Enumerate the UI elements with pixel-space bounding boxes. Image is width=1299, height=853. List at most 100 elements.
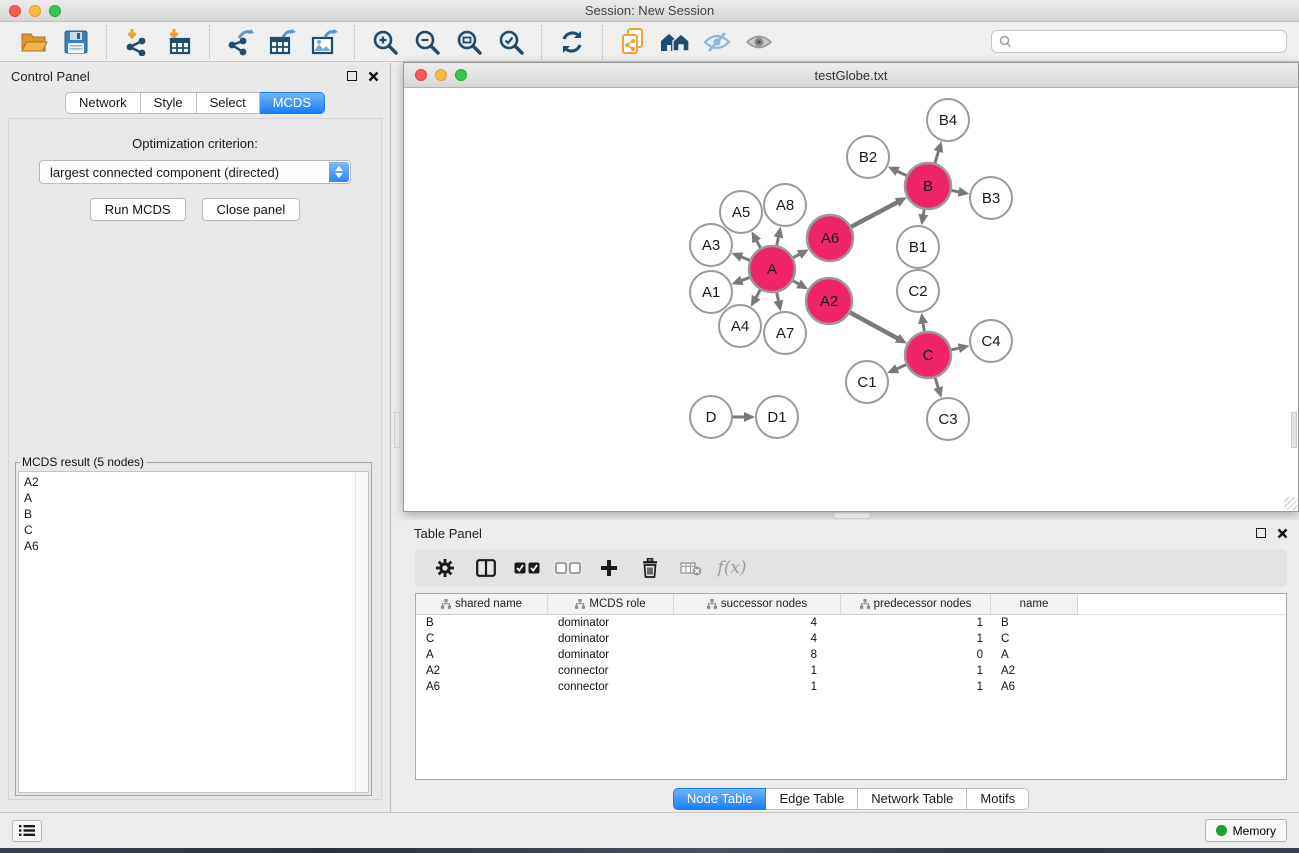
graph-edge[interactable]	[951, 348, 960, 350]
network-graph[interactable]: B4B2BB3A8A5A6A3B1AC2A1A2A4A7C4CC1DD1C3	[404, 88, 1298, 511]
zoom-selected-button[interactable]	[492, 26, 530, 58]
tab-motifs[interactable]: Motifs	[967, 788, 1029, 810]
table-row[interactable]: Adominator80A	[416, 647, 1286, 663]
graph-edge[interactable]	[923, 322, 925, 332]
close-window-button[interactable]	[9, 5, 21, 17]
column-header-name[interactable]: name	[991, 594, 1078, 615]
graph-edge[interactable]	[755, 290, 760, 299]
graph-edge[interactable]	[895, 365, 906, 370]
mcds-result-item[interactable]: A6	[24, 538, 363, 554]
mcds-result-item[interactable]: C	[24, 522, 363, 538]
column-header-predecessor-nodes[interactable]: predecessor nodes	[841, 594, 991, 615]
table-cell[interactable]: 1	[841, 679, 991, 695]
search-input[interactable]	[1017, 35, 1279, 49]
table-row[interactable]: Cdominator41C	[416, 631, 1286, 647]
zoom-in-button[interactable]	[366, 26, 404, 58]
graph-edge[interactable]	[777, 235, 779, 245]
maximize-window-button[interactable]	[49, 5, 61, 17]
memory-button[interactable]: Memory	[1205, 819, 1287, 842]
export-network-button[interactable]	[221, 26, 259, 58]
table-cell[interactable]: 1	[841, 615, 991, 631]
graph-edge[interactable]	[756, 239, 761, 248]
graph-edge[interactable]	[740, 256, 750, 260]
graph-edge[interactable]	[923, 210, 924, 217]
table-cell[interactable]: dominator	[548, 631, 674, 647]
minimize-window-button[interactable]	[29, 5, 41, 17]
graph-edge[interactable]	[935, 378, 939, 390]
tab-node-table[interactable]: Node Table	[673, 788, 767, 810]
add-column-button[interactable]	[596, 555, 622, 581]
import-table-button[interactable]	[160, 26, 198, 58]
splitter-grip-left[interactable]	[394, 412, 400, 448]
mcds-result-item[interactable]: B	[24, 506, 363, 522]
table-cell[interactable]: A2	[991, 663, 1078, 679]
graph-edge[interactable]	[740, 277, 750, 281]
table-cell[interactable]: connector	[548, 679, 674, 695]
export-image-button[interactable]	[305, 26, 343, 58]
table-cell[interactable]: A	[416, 647, 548, 663]
tab-network[interactable]: Network	[65, 92, 141, 114]
table-cell[interactable]: A6	[416, 679, 548, 695]
graph-edge[interactable]	[896, 170, 906, 175]
table-cell[interactable]: C	[991, 631, 1078, 647]
zoom-fit-button[interactable]	[450, 26, 488, 58]
column-header-mcds-role[interactable]: MCDS role	[548, 594, 674, 615]
graph-edge[interactable]	[777, 293, 779, 303]
mcds-result-list[interactable]: A2ABCA6	[18, 471, 369, 793]
table-cell[interactable]: 1	[674, 679, 841, 695]
function-builder-button[interactable]: f(x)	[719, 555, 745, 581]
network-canvas[interactable]: B4B2BB3A8A5A6A3B1AC2A1A2A4A7C4CC1DD1C3	[404, 88, 1298, 511]
close-panel-icon[interactable]	[368, 71, 379, 82]
table-cell[interactable]: A	[991, 647, 1078, 663]
graph-edge[interactable]	[851, 201, 899, 226]
table-cell[interactable]: 8	[674, 647, 841, 663]
table-cell[interactable]: 1	[674, 663, 841, 679]
column-chooser-button[interactable]	[473, 555, 499, 581]
show-all-button[interactable]	[740, 26, 778, 58]
table-cell[interactable]: 0	[841, 647, 991, 663]
table-cell[interactable]: dominator	[548, 647, 674, 663]
deselect-all-button[interactable]	[555, 555, 581, 581]
apply-layout-button[interactable]	[553, 26, 591, 58]
close-network-button[interactable]	[415, 69, 427, 81]
save-session-button[interactable]	[57, 26, 95, 58]
graph-edge[interactable]	[793, 281, 800, 285]
maximize-network-button[interactable]	[455, 69, 467, 81]
graph-edge[interactable]	[952, 190, 961, 192]
tab-mcds[interactable]: MCDS	[260, 92, 325, 114]
window-resize-grip[interactable]	[1284, 497, 1297, 510]
tab-edge-table[interactable]: Edge Table	[766, 788, 858, 810]
table-cell[interactable]: C	[416, 631, 548, 647]
new-network-from-selection-button[interactable]	[614, 26, 652, 58]
first-neighbors-button[interactable]	[656, 26, 694, 58]
mcds-result-item[interactable]: A2	[24, 474, 363, 490]
table-cell[interactable]: connector	[548, 663, 674, 679]
table-cell[interactable]: 1	[841, 663, 991, 679]
column-header-shared-name[interactable]: shared name	[416, 594, 548, 615]
tab-style[interactable]: Style	[141, 92, 197, 114]
delete-table-button[interactable]	[678, 555, 704, 581]
table-cell[interactable]: 4	[674, 631, 841, 647]
float-panel-icon[interactable]	[347, 71, 357, 81]
table-cell[interactable]: B	[416, 615, 548, 631]
settings-gear-button[interactable]	[432, 555, 458, 581]
table-row[interactable]: Bdominator41B	[416, 615, 1286, 631]
delete-column-button[interactable]	[637, 555, 663, 581]
table-cell[interactable]: 1	[841, 631, 991, 647]
tab-select[interactable]: Select	[197, 92, 260, 114]
graph-edge[interactable]	[850, 312, 899, 339]
open-file-button[interactable]	[15, 26, 53, 58]
splitter-grip-bottom[interactable]	[834, 513, 870, 519]
graph-edge[interactable]	[793, 254, 801, 258]
criterion-dropdown[interactable]: largest connected component (directed)	[39, 160, 351, 184]
close-panel-icon[interactable]	[1277, 528, 1288, 539]
graph-edge[interactable]	[935, 150, 939, 163]
float-panel-icon[interactable]	[1256, 528, 1266, 538]
scrollbar-track[interactable]	[355, 472, 368, 792]
zoom-out-button[interactable]	[408, 26, 446, 58]
table-cell[interactable]: 4	[674, 615, 841, 631]
table-cell[interactable]: A6	[991, 679, 1078, 695]
mcds-result-item[interactable]: A	[24, 490, 363, 506]
tab-network-table[interactable]: Network Table	[858, 788, 967, 810]
minimize-network-button[interactable]	[435, 69, 447, 81]
